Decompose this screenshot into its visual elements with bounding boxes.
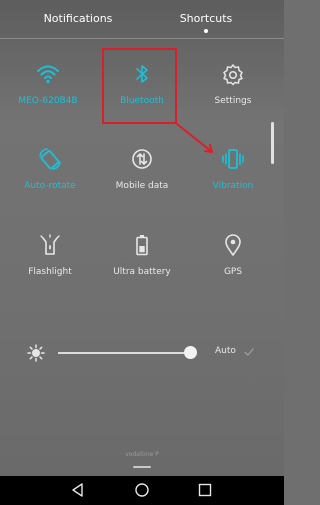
tab-notifications[interactable]: Notifications [28, 12, 128, 25]
tile-mobile-data[interactable]: Mobile data [99, 147, 185, 207]
panel-scrollbar[interactable] [271, 122, 274, 164]
tile-gps[interactable]: GPS [190, 233, 276, 293]
auto-brightness-check-icon[interactable] [243, 346, 255, 358]
tab-shortcuts[interactable]: Shortcuts [156, 12, 256, 25]
battery-icon [136, 235, 148, 256]
tile-ultra-battery[interactable]: Ultra battery [99, 233, 185, 293]
navigation-bar [0, 476, 284, 505]
tile-settings-label: Settings [214, 96, 252, 106]
auto-brightness-label[interactable]: Auto [215, 346, 236, 356]
brightness-slider-track[interactable] [58, 352, 196, 354]
bluetooth-highlight-box [102, 48, 177, 124]
vibration-icon [222, 149, 244, 169]
tile-auto-rotate[interactable]: Auto-rotate [7, 147, 93, 207]
panel-tabs: Notifications Shortcuts [0, 0, 284, 36]
tile-wifi-label: MEO-620B4B [18, 96, 78, 106]
brightness-control: Auto [0, 336, 284, 366]
home-icon[interactable] [134, 482, 150, 498]
tile-flashlight[interactable]: Flashlight [7, 233, 93, 293]
tile-settings[interactable]: Settings [190, 62, 276, 122]
location-pin-icon [225, 234, 241, 256]
tile-vibration-label: Vibration [212, 181, 254, 191]
mobile-data-icon [132, 149, 152, 169]
gear-icon [223, 64, 243, 86]
tile-ultra-battery-label: Ultra battery [113, 267, 171, 277]
panel-drag-handle[interactable] [133, 466, 151, 468]
auto-rotate-icon [39, 148, 61, 170]
active-tab-indicator [204, 29, 208, 33]
wifi-icon [37, 65, 59, 84]
back-icon[interactable] [70, 482, 86, 498]
flashlight-icon [40, 234, 60, 255]
tile-auto-rotate-label: Auto-rotate [24, 181, 76, 191]
carrier-label: vodafone P [125, 451, 159, 458]
brightness-slider-thumb[interactable] [184, 346, 198, 359]
brightness-icon [27, 344, 45, 362]
tile-vibration[interactable]: Vibration [190, 147, 276, 207]
tabs-divider [0, 38, 284, 39]
tile-wifi[interactable]: MEO-620B4B [5, 62, 91, 122]
tile-flashlight-label: Flashlight [28, 267, 72, 277]
tile-mobile-data-label: Mobile data [115, 181, 169, 191]
recent-apps-icon[interactable] [197, 482, 213, 498]
tile-gps-label: GPS [223, 267, 243, 277]
